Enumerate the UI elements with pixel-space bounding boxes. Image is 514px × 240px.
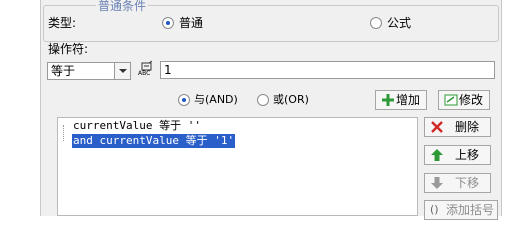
type-formula-label[interactable]: 公式 [387,16,411,30]
add-button[interactable]: 增加 [375,90,427,110]
move-down-button-label: 下移 [455,176,480,190]
type-label: 类型: [48,16,77,30]
add-bracket-button[interactable]: () 添加括号 [424,200,498,220]
group-title: 普通条件 [96,0,149,13]
operator-value-input[interactable]: 1 [160,61,495,79]
move-up-button-label: 上移 [455,148,480,162]
add-button-label: 增加 [396,93,421,107]
delete-button[interactable]: 删除 [424,117,491,137]
type-normal-radio[interactable] [162,17,174,29]
operator-label: 操作符: [48,42,89,56]
move-up-button[interactable]: 上移 [424,145,491,165]
logic-and-label[interactable]: 与(AND) [194,93,238,107]
add-bracket-button-label: 添加括号 [446,203,495,217]
delete-x-icon [431,121,443,133]
tree-connector [63,125,64,141]
type-normal-label[interactable]: 普通 [179,16,203,30]
normal-condition-group: 普通条件 [43,0,499,42]
edit-icon [444,94,458,106]
condition-item[interactable]: currentValue 等于 '' [72,119,202,133]
condition-item-selected[interactable]: and currentValue 等于 '1' [72,134,236,148]
operator-select[interactable]: 等于 [47,62,115,80]
plus-icon [382,94,394,106]
logic-or-label[interactable]: 或(OR) [273,93,309,107]
value-type-caption: ABC [138,70,151,77]
bracket-icon: () [430,203,439,216]
condition-list[interactable]: currentValue 等于 '' and currentValue 等于 '… [57,117,418,216]
logic-and-radio[interactable] [178,94,190,106]
arrow-up-icon [431,149,443,161]
move-down-button[interactable]: 下移 [424,173,491,193]
operator-dropdown-button[interactable] [114,62,131,80]
arrow-down-icon [431,177,443,189]
logic-or-radio[interactable] [257,94,269,106]
modify-button[interactable]: 修改 [438,90,490,110]
modify-button-label: 修改 [459,93,484,107]
delete-button-label: 删除 [455,120,480,134]
type-formula-radio[interactable] [370,17,382,29]
value-type-icon[interactable]: ABC [138,60,158,80]
